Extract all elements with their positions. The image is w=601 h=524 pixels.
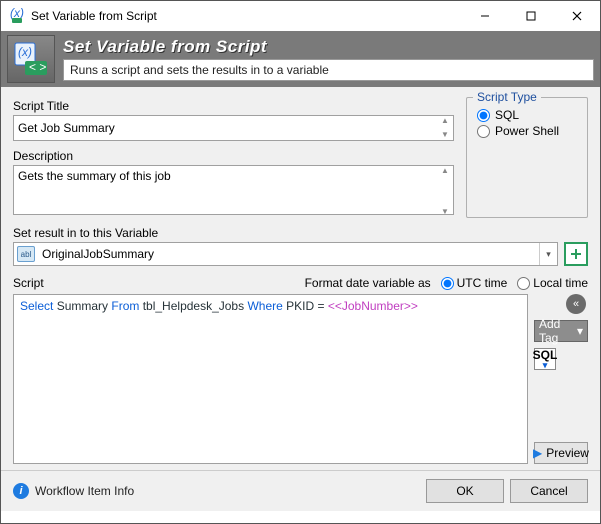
info-icon: i: [13, 483, 29, 499]
desc-scroll-arrows[interactable]: ▲▼: [438, 167, 452, 216]
format-utc[interactable]: UTC time: [441, 276, 508, 290]
collapse-panel-button[interactable]: «: [566, 294, 586, 314]
script-type-sql[interactable]: SQL: [477, 108, 577, 122]
window-title: Set Variable from Script: [31, 9, 462, 23]
script-type-powershell[interactable]: Power Shell: [477, 124, 577, 138]
variable-dropdown-arrow[interactable]: ▾: [539, 243, 557, 265]
format-label: Format date variable as: [305, 276, 431, 290]
close-button[interactable]: [554, 1, 600, 31]
window-titlebar: (x) Set Variable from Script: [1, 1, 600, 31]
format-local[interactable]: Local time: [517, 276, 588, 290]
script-type-legend: Script Type: [473, 90, 541, 104]
play-icon: ▶: [533, 446, 542, 460]
title-scroll-arrows[interactable]: ▲▼: [438, 117, 452, 139]
variable-label: Set result in to this Variable: [13, 226, 588, 240]
header-icon: (x) < >: [7, 35, 55, 83]
script-label: Script: [13, 276, 305, 290]
script-title-input[interactable]: [13, 115, 454, 141]
script-title-label: Script Title: [13, 99, 454, 113]
abl-icon: abl: [17, 246, 35, 262]
app-icon: (x): [9, 8, 25, 24]
minimize-button[interactable]: [462, 1, 508, 31]
chevron-down-icon: ▾: [543, 361, 548, 370]
header-subtitle: Runs a script and sets the results in to…: [70, 63, 329, 77]
header-title: Set Variable from Script: [63, 37, 594, 57]
sql-helper-button[interactable]: SQL ▾: [534, 348, 556, 370]
footer: i Workflow Item Info OK Cancel: [1, 470, 600, 511]
add-variable-button[interactable]: [564, 242, 588, 266]
variable-combo[interactable]: abl ▾: [13, 242, 558, 266]
header-strip: (x) < > Set Variable from Script Runs a …: [1, 31, 600, 87]
maximize-button[interactable]: [508, 1, 554, 31]
ok-button[interactable]: OK: [426, 479, 504, 503]
add-tag-button[interactable]: Add Tag ▾: [534, 320, 588, 342]
description-input[interactable]: [13, 165, 454, 215]
cancel-button[interactable]: Cancel: [510, 479, 588, 503]
preview-button[interactable]: ▶ Preview: [534, 442, 588, 464]
script-editor[interactable]: Select Summary From tbl_Helpdesk_Jobs Wh…: [13, 294, 528, 464]
svg-text:(x): (x): [18, 45, 32, 59]
script-type-group: Script Type SQL Power Shell: [466, 97, 588, 218]
description-label: Description: [13, 149, 454, 163]
workflow-item-info-link[interactable]: Workflow Item Info: [35, 484, 134, 498]
svg-text:< >: < >: [29, 60, 46, 74]
header-subtitle-bar: Runs a script and sets the results in to…: [63, 59, 594, 81]
variable-input[interactable]: [38, 243, 539, 265]
